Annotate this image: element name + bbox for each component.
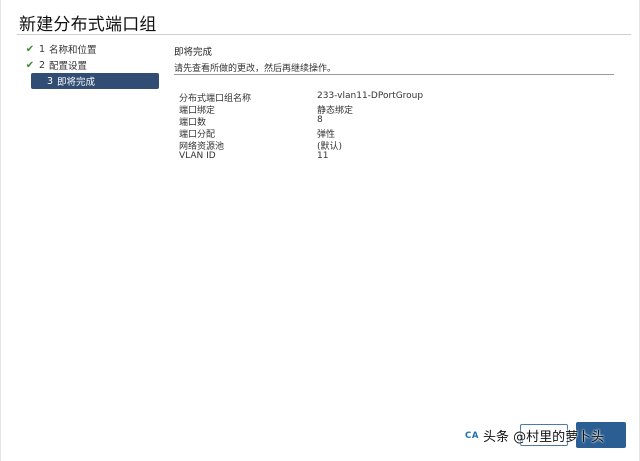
summary-row: 端口分配 弹性 bbox=[179, 127, 479, 140]
summary-key: 端口数 bbox=[179, 118, 207, 128]
dialog-window: 新建分布式端口组 ✔ 1 名称和位置 ✔ 2 配置设置 3 即将完成 即将完成 … bbox=[0, 0, 640, 461]
summary-value: 233-vlan11-DPortGroup bbox=[317, 91, 424, 101]
title-divider bbox=[17, 34, 631, 35]
summary-value: 11 bbox=[317, 151, 329, 161]
summary-row: 网络资源池 (默认) bbox=[179, 139, 479, 152]
summary-key: 分布式端口组名称 bbox=[179, 94, 252, 104]
summary-key: VLAN ID bbox=[179, 151, 216, 161]
summary-value: 静态绑定 bbox=[317, 106, 354, 116]
content-panel: 即将完成 请先查看所做的更改，然后再继续操作。 bbox=[174, 44, 614, 74]
step-number: 2 bbox=[39, 59, 46, 71]
summary-key: 端口绑定 bbox=[179, 106, 216, 116]
checkmark-icon: ✔ bbox=[25, 43, 35, 55]
step-label: 即将完成 bbox=[57, 77, 96, 88]
summary-key: 端口分配 bbox=[179, 130, 216, 140]
step-number: 3 bbox=[47, 75, 54, 87]
content-divider bbox=[174, 74, 614, 75]
step-label: 配置设置 bbox=[49, 61, 88, 72]
step-configure-settings[interactable]: ✔ 2 配置设置 bbox=[21, 57, 161, 73]
summary-value: 8 bbox=[317, 115, 323, 125]
step-name-location[interactable]: ✔ 1 名称和位置 bbox=[21, 41, 161, 57]
summary-row: 端口数 8 bbox=[179, 115, 479, 128]
checkmark-icon: ✔ bbox=[25, 59, 35, 71]
summary-row: VLAN ID 11 bbox=[179, 151, 479, 163]
step-number: 1 bbox=[39, 43, 46, 55]
step-ready-to-complete[interactable]: 3 即将完成 bbox=[31, 73, 159, 89]
dialog-title: 新建分布式端口组 bbox=[19, 15, 157, 35]
watermark: 头条 @村里的萝卜头 bbox=[483, 430, 605, 445]
section-description: 请先查看所做的更改，然后再继续操作。 bbox=[174, 64, 337, 74]
wizard-steps: ✔ 1 名称和位置 ✔ 2 配置设置 3 即将完成 bbox=[21, 41, 161, 89]
step-label: 名称和位置 bbox=[49, 45, 97, 56]
summary-row: 分布式端口组名称 233-vlan11-DPortGroup bbox=[179, 91, 479, 104]
summary-value: (默认) bbox=[317, 142, 343, 152]
summary-value: 弹性 bbox=[317, 130, 336, 140]
cancel-button[interactable]: CA bbox=[465, 431, 479, 441]
summary-key: 网络资源池 bbox=[179, 142, 225, 152]
summary-row: 端口绑定 静态绑定 bbox=[179, 103, 479, 116]
summary-table: 分布式端口组名称 233-vlan11-DPortGroup 端口绑定 静态绑定… bbox=[179, 91, 479, 163]
section-title: 即将完成 bbox=[174, 47, 213, 58]
